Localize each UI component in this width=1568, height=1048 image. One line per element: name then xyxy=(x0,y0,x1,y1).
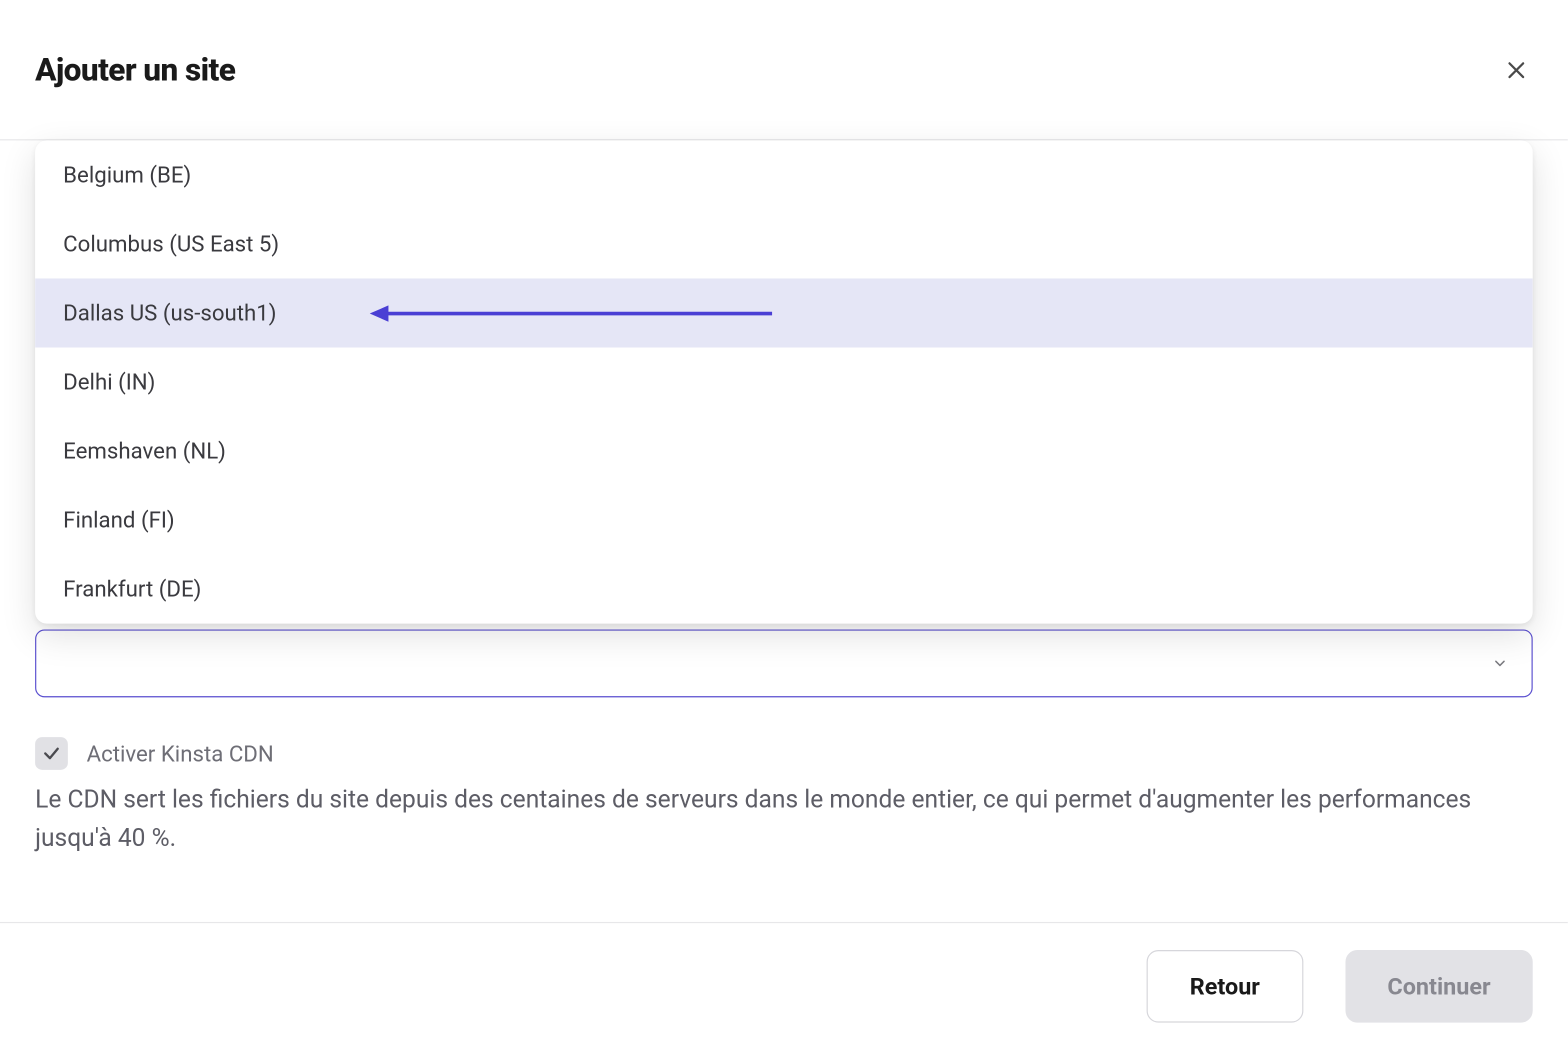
modal-footer: Retour Continuer xyxy=(0,922,1568,1048)
modal-header: Ajouter un site xyxy=(0,0,1568,140)
dropdown-item-label: Columbus (US East 5) xyxy=(63,230,279,257)
dropdown-item-label: Frankfurt (DE) xyxy=(63,576,201,603)
datacenter-dropdown-panel: Belgium (BE) Columbus (US East 5) Dallas… xyxy=(35,140,1533,623)
continue-button[interactable]: Continuer xyxy=(1345,949,1532,1022)
chevron-down-icon xyxy=(1492,655,1508,671)
cdn-checkbox-label: Activer Kinsta CDN xyxy=(87,740,274,767)
dropdown-item-belgium[interactable]: Belgium (BE) xyxy=(35,140,1533,209)
dropdown-item-eemshaven[interactable]: Eemshaven (NL) xyxy=(35,417,1533,486)
back-button[interactable]: Retour xyxy=(1146,949,1303,1022)
dropdown-item-columbus[interactable]: Columbus (US East 5) xyxy=(35,209,1533,278)
dropdown-item-frankfurt[interactable]: Frankfurt (DE) xyxy=(35,555,1533,624)
dropdown-item-label: Finland (FI) xyxy=(63,507,174,534)
dropdown-item-finland[interactable]: Finland (FI) xyxy=(35,486,1533,555)
close-icon xyxy=(1505,58,1528,81)
close-button[interactable] xyxy=(1500,53,1533,86)
cdn-checkbox[interactable] xyxy=(35,737,68,770)
modal-title: Ajouter un site xyxy=(35,51,235,88)
dropdown-item-delhi[interactable]: Delhi (IN) xyxy=(35,347,1533,416)
annotation-arrow-icon xyxy=(370,302,772,323)
cdn-section: Activer Kinsta CDN Le CDN sert les fichi… xyxy=(35,737,1533,858)
cdn-description: Le CDN sert les fichiers du site depuis … xyxy=(35,782,1533,858)
dropdown-item-label: Dallas US (us-south1) xyxy=(63,300,276,327)
datacenter-select[interactable] xyxy=(35,629,1533,697)
check-icon xyxy=(42,744,61,763)
dropdown-item-label: Eemshaven (NL) xyxy=(63,438,226,465)
continue-button-label: Continuer xyxy=(1387,972,1490,1000)
dropdown-item-label: Delhi (IN) xyxy=(63,369,155,396)
back-button-label: Retour xyxy=(1190,972,1260,1000)
dropdown-item-label: Belgium (BE) xyxy=(63,161,191,188)
dropdown-item-dallas[interactable]: Dallas US (us-south1) xyxy=(35,278,1533,347)
